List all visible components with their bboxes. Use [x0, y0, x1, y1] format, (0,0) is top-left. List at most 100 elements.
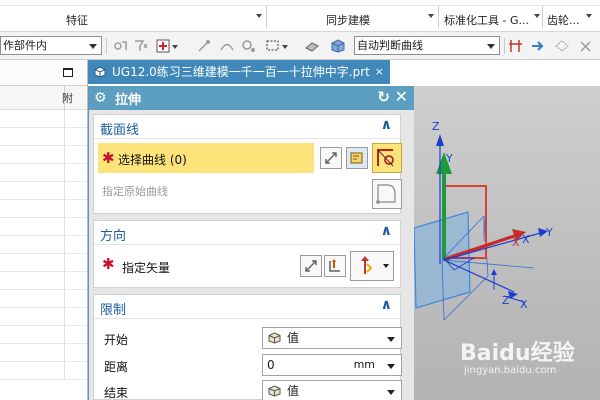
- end-type-select[interactable]: 值: [262, 380, 402, 400]
- table-row[interactable]: [0, 308, 87, 326]
- start-label: 开始: [104, 333, 129, 347]
- table-row[interactable]: [0, 290, 87, 308]
- document-title: UG12.0练习三维建模一千一百一十拉伸中字.prt: [112, 65, 370, 79]
- table-row[interactable]: [0, 236, 87, 254]
- dialog-titlebar[interactable]: ⚙ 拉伸 ↻ ✕: [89, 86, 414, 110]
- cross-icon[interactable]: [578, 39, 594, 53]
- direction-title: 方向: [100, 229, 127, 244]
- column-divider: [64, 326, 65, 344]
- chevron-down-icon[interactable]: [282, 45, 288, 49]
- table-row[interactable]: [0, 200, 87, 218]
- direction-header[interactable]: 方向 ∧: [94, 221, 400, 245]
- end-limit-row: 结束 值: [94, 378, 402, 400]
- chevron-down-icon: [487, 44, 495, 49]
- table-row[interactable]: [0, 344, 87, 362]
- limits-panel: 限制 ∧ 开始 值 距离 0 mm 结束 值: [93, 294, 402, 400]
- assembly-filter-select[interactable]: 作部件内: [0, 36, 102, 55]
- end-label: 结束: [104, 386, 129, 400]
- distance-input[interactable]: 0 mm: [262, 354, 402, 376]
- ribbon-group-standard-more-icon[interactable]: [534, 14, 540, 18]
- ribbon-group-gear-more-icon[interactable]: [586, 14, 592, 18]
- table-row[interactable]: [0, 254, 87, 272]
- curve-select-button[interactable]: [372, 143, 402, 173]
- cube-icon[interactable]: [330, 39, 346, 53]
- specify-vector-label: 指定矢量: [122, 261, 171, 275]
- assembly-filter-value: 作部件内: [3, 39, 47, 52]
- feature-curve-icon[interactable]: [554, 39, 570, 53]
- ribbon-group-sync-more-icon[interactable]: [428, 14, 434, 18]
- y-axis-label: Y: [545, 226, 553, 239]
- gear-icon[interactable]: ⚙: [94, 90, 107, 106]
- curve-rule-select[interactable]: 自动判断曲线: [354, 36, 500, 55]
- start-type-select[interactable]: 值: [262, 327, 402, 349]
- vector-dialog-button[interactable]: [324, 255, 346, 277]
- snap-mid-icon[interactable]: [219, 39, 235, 53]
- chevron-down-icon[interactable]: [172, 45, 178, 49]
- reverse-vector-button[interactable]: [300, 255, 322, 277]
- follow-fillet-icon[interactable]: [530, 39, 546, 53]
- filter-icon[interactable]: [133, 39, 149, 53]
- snap-end-icon[interactable]: [196, 39, 212, 53]
- toolbar-separator: [504, 38, 505, 54]
- document-tab[interactable]: UG12.0练习三维建模一千一百一十拉伸中字.prt ×: [88, 60, 390, 84]
- maximize-icon[interactable]: [63, 68, 73, 77]
- section-curve-header[interactable]: 截面线 ∧: [94, 115, 400, 139]
- inferred-vector-select[interactable]: [350, 251, 394, 281]
- extrude-dialog: ⚙ 拉伸 ↻ ✕ 截面线 ∧ ✱ 选择曲线 (0) 指定原始曲线 方向 ∧ ✱ …: [88, 86, 414, 400]
- column-divider: [64, 128, 65, 146]
- chevron-up-icon[interactable]: ∧: [381, 117, 392, 133]
- snap-point-icon[interactable]: [112, 39, 128, 53]
- start-type-value: 值: [287, 331, 300, 345]
- table-row[interactable]: [0, 146, 87, 164]
- ribbon-separator: [542, 6, 543, 28]
- column-divider: [64, 254, 65, 272]
- select-type-icon[interactable]: [156, 39, 172, 53]
- close-icon[interactable]: ×: [375, 60, 384, 84]
- shaded-body-icon[interactable]: [304, 39, 320, 53]
- table-row[interactable]: [0, 110, 87, 128]
- table-row[interactable]: [0, 326, 87, 344]
- column-divider: [64, 308, 65, 326]
- limits-header[interactable]: 限制 ∧: [94, 295, 400, 319]
- table-row[interactable]: [0, 164, 87, 182]
- table-row[interactable]: [0, 272, 87, 290]
- select-curve-label: 选择曲线 (0): [118, 153, 187, 167]
- table-row[interactable]: [0, 362, 87, 380]
- chevron-up-icon[interactable]: ∧: [381, 223, 392, 239]
- select-curve-row[interactable]: ✱ 选择曲线 (0): [98, 143, 314, 173]
- sketch-section-button[interactable]: [346, 147, 368, 169]
- limits-title: 限制: [100, 303, 127, 318]
- value-cube-icon: [268, 332, 281, 344]
- chevron-up-icon[interactable]: ∧: [381, 297, 392, 313]
- curve-select-icon: [377, 149, 394, 167]
- rectangle-select-icon[interactable]: [266, 39, 282, 53]
- table-row[interactable]: [0, 128, 87, 146]
- ribbon-group-feature[interactable]: 特征: [66, 12, 88, 28]
- chevron-down-icon: [387, 390, 395, 395]
- watermark-main: Baidu经验: [460, 341, 575, 366]
- table-row[interactable]: [0, 218, 87, 236]
- chevron-down-icon: [383, 264, 389, 268]
- column-divider: [64, 362, 65, 380]
- ribbon-group-standard-tools[interactable]: 标准化工具 - G...: [444, 12, 529, 28]
- table-row[interactable]: [0, 182, 87, 200]
- original-curve-button[interactable]: [372, 179, 402, 209]
- ribbon-group-gear[interactable]: 齿轮...: [547, 12, 580, 28]
- column-header-label[interactable]: 附: [62, 90, 73, 106]
- stop-at-intersection-icon[interactable]: [508, 39, 524, 53]
- column-divider: [64, 200, 65, 218]
- x-axis-label: X: [512, 236, 520, 249]
- column-divider: [64, 236, 65, 254]
- ribbon-group-bar: 特征 同步建模 标准化工具 - G... 齿轮...: [0, 0, 600, 32]
- watermark-url: jingyan.baidu.com: [464, 365, 557, 376]
- ribbon-group-sync-modeling[interactable]: 同步建模: [326, 12, 370, 28]
- reverse-curve-button[interactable]: [320, 147, 342, 169]
- ribbon-separator: [438, 6, 439, 28]
- snap-quad-icon[interactable]: [241, 39, 257, 53]
- direction-panel: 方向 ∧ ✱ 指定矢量: [93, 220, 401, 288]
- ribbon-group-feature-more-icon[interactable]: [256, 14, 262, 18]
- close-icon[interactable]: ✕: [395, 87, 408, 106]
- chevron-down-icon[interactable]: [387, 364, 395, 369]
- reset-icon[interactable]: ↻: [377, 88, 390, 106]
- navigator-header: [0, 60, 87, 86]
